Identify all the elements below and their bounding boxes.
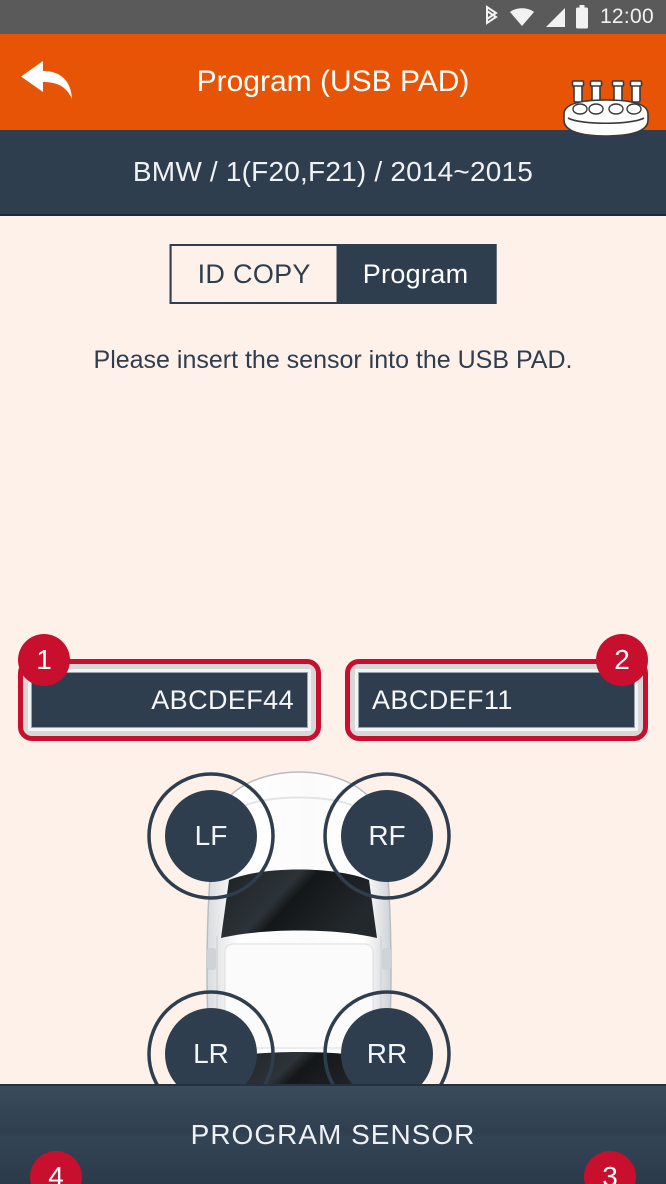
sensor-field-lf: ABCDEF44 [28,669,311,731]
usb-pad-icon[interactable] [558,78,654,145]
wheel-button-rf[interactable]: RF [355,814,419,858]
back-arrow-icon [17,57,79,108]
wifi-icon [509,6,535,28]
vehicle-info-text: BMW / 1(F20,F21) / 2014~2015 [132,156,534,187]
wheel-label-lr: LR [193,1038,229,1069]
wheel-label-lf: LF [194,820,228,851]
bluetooth-icon [483,5,500,29]
app-header: Program (USB PAD) [0,34,666,137]
tab-program[interactable]: Program [336,246,495,302]
instruction-text: Please insert the sensor into the USB PA… [93,346,573,374]
battery-icon [575,5,589,29]
sensor-value-rf: ABCDEF11 [372,684,513,715]
app-screen: 12:00 Program (USB PAD) BMW / 1(F20,F21)… [0,0,666,1184]
status-bar: 12:00 [0,0,666,34]
wheel-label-rr: RR [366,1038,408,1069]
sensor-field-rf: ABCDEF11 [355,669,638,731]
back-button[interactable] [0,57,96,108]
sensor-badge-1: 1 [18,634,70,686]
main-content: ID COPY Program Please insert the sensor… [0,216,666,1184]
cellular-signal-icon [544,7,566,28]
program-sensor-label: PROGRAM SENSOR [190,1119,476,1150]
wheel-button-lr[interactable]: LR [179,1032,243,1076]
mode-tabs: ID COPY Program [169,244,497,304]
wheel-button-lf[interactable]: LF [179,814,243,858]
wheel-label-rf: RF [368,820,406,851]
vehicle-diagram: LF RF LR RR [133,768,533,1138]
tab-id-copy[interactable]: ID COPY [171,246,337,302]
sensor-badge-2: 2 [596,634,648,686]
sensor-value-lf: ABCDEF44 [151,684,294,715]
status-bar-clock: 12:00 [599,5,654,28]
wheel-button-rr[interactable]: RR [355,1032,419,1076]
program-sensor-button[interactable]: PROGRAM SENSOR [0,1084,666,1184]
